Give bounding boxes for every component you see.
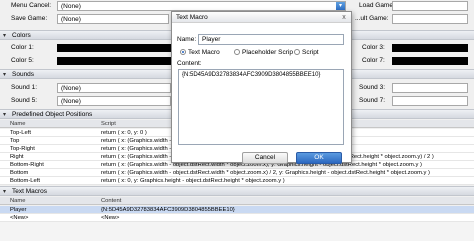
sound7-dropdown[interactable]	[392, 96, 468, 106]
position-name: Top-Left	[10, 130, 31, 136]
radio-unselected-icon	[234, 49, 240, 55]
radio-selected-icon	[180, 49, 186, 55]
collapse-icon[interactable]: ▾	[3, 71, 6, 78]
save-game-label: Save Game:	[11, 15, 48, 22]
sound3-dropdown[interactable]	[392, 83, 468, 93]
color1-label: Color 1:	[11, 44, 34, 51]
save-game-dropdown[interactable]: (None)	[57, 14, 169, 24]
macros-col-name: Name	[10, 198, 26, 204]
table-row[interactable]: Bottom-Left return ( x: 0, y: Graphics.he…	[0, 177, 474, 185]
sound1-label: Sound 1:	[11, 84, 38, 91]
text-macros-section-title: Text Macros	[12, 188, 48, 195]
positions-col-script: Script	[101, 121, 116, 127]
radio-unselected-icon	[294, 49, 300, 55]
empty-area	[0, 222, 474, 241]
name-input[interactable]: Player	[198, 34, 344, 45]
color7-swatch[interactable]	[392, 57, 468, 65]
sound7-label: Sound 7:	[359, 97, 386, 104]
radio-script-label: Script	[302, 49, 319, 56]
sounds-section-title: Sounds	[12, 71, 35, 78]
name-value: Player	[202, 36, 221, 43]
color1-swatch[interactable]	[57, 44, 171, 52]
save-game-value: (None)	[61, 16, 81, 23]
radio-placeholder-label: Placeholder Scrip	[242, 49, 293, 56]
color3-swatch[interactable]	[392, 44, 468, 52]
macros-col-content: Content	[101, 198, 122, 204]
text-macros-section-header[interactable]: ▾ Text Macros	[0, 186, 474, 196]
position-script: return ( x: 0, y: Graphics.height - obje…	[101, 178, 285, 184]
colors-section-title: Colors	[12, 32, 31, 39]
table-row[interactable]: Player {N:5D45A9D32783834AFC3909D3804855…	[0, 206, 474, 214]
macros-grid-header: Name Content	[0, 197, 474, 205]
radio-placeholder-script[interactable]: Placeholder Scrip	[234, 48, 293, 57]
collapse-icon[interactable]: ▾	[3, 188, 6, 195]
sound1-dropdown[interactable]: (None)	[57, 83, 171, 93]
position-name: Top	[10, 138, 20, 144]
ok-button[interactable]: OK	[296, 152, 342, 164]
quit-game-dropdown[interactable]	[392, 14, 468, 24]
sound5-label: Sound 5:	[11, 97, 38, 104]
color7-label: Color 7:	[362, 57, 385, 64]
object-positions-section-title: Predefined Object Positions	[12, 111, 93, 118]
position-name: Right	[10, 154, 24, 160]
collapse-icon[interactable]: ▾	[3, 111, 6, 118]
position-script: return ( x: (Graphics.width - object.dst…	[101, 170, 430, 176]
load-game-label: Load Game:	[359, 2, 395, 9]
radio-text-macro[interactable]: Text Macro	[180, 48, 220, 57]
content-textarea[interactable]: {N:5D45A9D32783834AFC3909D3804855BBEE10}	[178, 69, 344, 145]
position-name: Top-Right	[10, 146, 35, 152]
color5-label: Color 5:	[11, 57, 34, 64]
position-name: Bottom	[10, 170, 29, 176]
quit-game-label: ...ult Game:	[355, 15, 389, 22]
macro-name: Player	[10, 207, 27, 213]
menu-cancel-label: Menu Cancel:	[11, 2, 52, 9]
close-icon[interactable]: x	[339, 13, 349, 22]
table-row[interactable]: <New> <New>	[0, 214, 474, 222]
content-value: {N:5D45A9D32783834AFC3909D3804855BBEE10}	[182, 72, 321, 78]
menu-cancel-dropdown[interactable]: (None) ▾	[57, 1, 346, 11]
positions-col-name: Name	[10, 121, 26, 127]
collapse-icon[interactable]: ▾	[3, 32, 6, 39]
chevron-down-icon[interactable]: ▾	[336, 2, 345, 10]
dialog-title: Text Macro	[172, 12, 351, 23]
text-macro-dialog: Text Macro x Name: Player Text Macro Pla…	[171, 11, 352, 164]
menu-cancel-value: (None)	[61, 3, 81, 10]
table-row[interactable]: Bottom return ( x: (Graphics.width - obje…	[0, 169, 474, 177]
content-label: Content:	[177, 60, 202, 67]
position-script: return ( x: 0, y: 0 )	[101, 130, 147, 136]
sound1-value: (None)	[61, 85, 81, 92]
name-label: Name:	[177, 36, 197, 43]
macro-content: {N:5D45A9D32783834AFC3909D3804855BBEE10}	[101, 207, 235, 213]
sound3-label: Sound 3:	[359, 84, 386, 91]
load-game-dropdown[interactable]	[392, 1, 468, 11]
position-name: Bottom-Left	[10, 178, 40, 184]
radio-text-macro-label: Text Macro	[188, 49, 220, 56]
color3-label: Color 3:	[362, 44, 385, 51]
cancel-button[interactable]: Cancel	[242, 152, 288, 164]
radio-script[interactable]: Script	[294, 48, 319, 57]
position-name: Bottom-Right	[10, 162, 44, 168]
macro-name: <New>	[10, 215, 29, 221]
sound5-dropdown[interactable]: (None)	[57, 96, 171, 106]
macro-content: <New>	[101, 215, 120, 221]
color5-swatch[interactable]	[57, 57, 171, 65]
sound5-value: (None)	[61, 98, 81, 105]
